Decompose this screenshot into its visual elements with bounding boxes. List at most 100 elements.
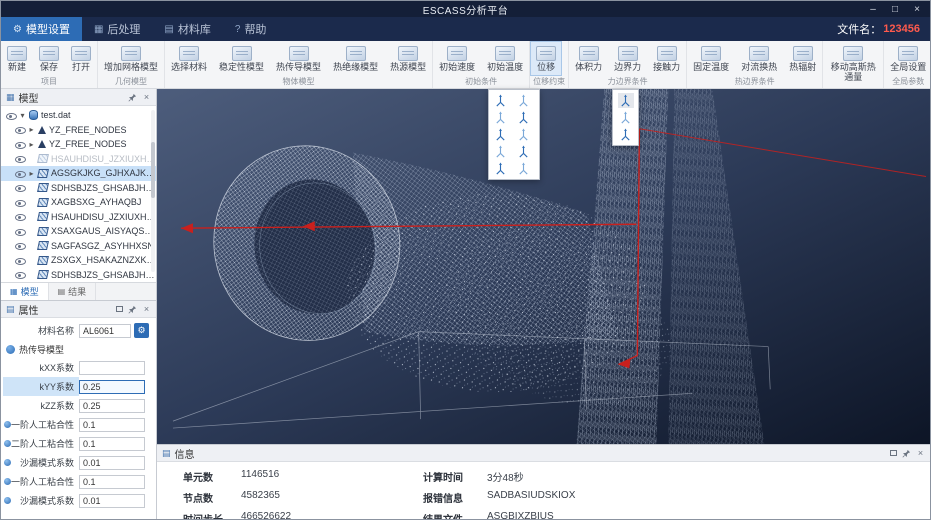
visibility-eye-icon[interactable] bbox=[14, 197, 26, 207]
section-heat-conduction-model[interactable]: 热传导模型 bbox=[1, 340, 156, 358]
contact-option-icon[interactable] bbox=[618, 110, 634, 125]
float-panel-icon[interactable] bbox=[890, 450, 897, 456]
contact-force-button[interactable]: 接触力 bbox=[647, 41, 686, 76]
constraint-option-icon[interactable] bbox=[515, 93, 531, 108]
tab-model-setup[interactable]: ⚙ 模型设置 bbox=[1, 17, 82, 41]
pin-icon[interactable] bbox=[128, 93, 137, 102]
tree-scrollbar[interactable] bbox=[151, 110, 155, 272]
close-icon[interactable]: × bbox=[906, 1, 928, 17]
minimize-icon[interactable]: – bbox=[862, 1, 884, 17]
contact-option-icon[interactable] bbox=[618, 127, 634, 142]
visibility-eye-icon[interactable] bbox=[14, 139, 26, 149]
tree-item[interactable]: SAGFASGZ_ASYHHXSN bbox=[1, 239, 156, 254]
constraint-option-icon[interactable] bbox=[492, 93, 508, 108]
visibility-eye-icon[interactable] bbox=[14, 125, 26, 135]
tree-item[interactable]: ZSXGX_HSAKAZNZXK_AHASX bbox=[1, 253, 156, 268]
close-panel-icon[interactable]: × bbox=[916, 448, 925, 458]
convection-button[interactable]: 对流换热 bbox=[735, 41, 783, 76]
contact-option-icon[interactable] bbox=[617, 93, 634, 108]
tree-item[interactable]: SDHSBJZS_GHSABJHB_ZAHJ bbox=[1, 181, 156, 196]
tree-item[interactable]: SDHSBJZS_GHSABJHB_ZAHJ bbox=[1, 268, 156, 283]
heat-source-model-button[interactable]: 热源模型 bbox=[384, 41, 432, 76]
visibility-eye-icon[interactable] bbox=[14, 168, 26, 178]
tree-item[interactable]: XAGBSXG_AYHAQBJ bbox=[1, 195, 156, 210]
visibility-eye-icon[interactable] bbox=[14, 226, 26, 236]
tree-item-selected[interactable]: ▸ AGSGKJKG_GJHXAJKHXA bbox=[1, 166, 156, 181]
visibility-eye-icon[interactable] bbox=[14, 154, 26, 164]
global-settings-button[interactable]: 全局设置 bbox=[884, 41, 930, 76]
caret-right-icon[interactable]: ▸ bbox=[28, 140, 35, 149]
viewport-3d[interactable] bbox=[157, 89, 930, 444]
kzz-field[interactable]: 0.25 bbox=[79, 398, 145, 413]
tree-item[interactable]: HSAUHDISU_JZXIUXHAHX bbox=[1, 210, 156, 225]
tab-post-processing[interactable]: ▦ 后处理 bbox=[82, 17, 152, 41]
constraint-option-icon[interactable] bbox=[515, 110, 531, 125]
constraint-option-icon[interactable] bbox=[515, 127, 531, 142]
constraint-option-icon[interactable] bbox=[492, 110, 508, 125]
kyy-field[interactable]: 0.25 bbox=[79, 379, 145, 394]
constraint-option-icon[interactable] bbox=[515, 144, 531, 159]
maximize-icon[interactable]: □ bbox=[884, 1, 906, 17]
visibility-eye-icon[interactable] bbox=[14, 212, 26, 222]
constraint-option-icon[interactable] bbox=[492, 144, 508, 159]
sidebar-tab-result[interactable]: ▤ 结果 bbox=[49, 283, 97, 300]
body-force-button[interactable]: 体积力 bbox=[569, 41, 608, 76]
initial-velocity-icon bbox=[447, 46, 468, 61]
pin-icon[interactable] bbox=[902, 449, 911, 458]
boundary-force-icon bbox=[617, 46, 638, 61]
viscosity1-field[interactable]: 0.1 bbox=[79, 417, 145, 432]
visibility-eye-icon[interactable] bbox=[14, 255, 26, 265]
hourglass2-field[interactable]: 0.01 bbox=[79, 493, 145, 508]
group-caption: 物体模型 bbox=[282, 77, 315, 86]
initial-temperature-button[interactable]: 初始温度 bbox=[481, 41, 529, 76]
add-mesh-model-icon bbox=[121, 46, 141, 61]
initial-velocity-button[interactable]: 初始速度 bbox=[433, 41, 481, 76]
heat-insulation-model-button[interactable]: 热绝缘模型 bbox=[327, 41, 384, 76]
moving-gauss-heat-flux-button[interactable]: 移动高斯热通量 bbox=[823, 41, 883, 85]
kxx-field[interactable] bbox=[79, 360, 145, 375]
tree-item[interactable]: HSAUHDISU_JZXIUXHAHX bbox=[1, 152, 156, 167]
property-row: 一阶人工粘合性 0.1 bbox=[1, 415, 156, 434]
new-button[interactable]: 新建 bbox=[1, 41, 33, 76]
caret-right-icon[interactable]: ▸ bbox=[28, 169, 35, 178]
select-material-button[interactable]: 选择材料 bbox=[165, 41, 213, 76]
close-panel-icon[interactable]: × bbox=[142, 304, 151, 314]
caret-right-icon[interactable]: ▸ bbox=[28, 125, 35, 134]
tab-material-library[interactable]: ▤ 材料库 bbox=[152, 17, 222, 41]
tree-item[interactable]: ▸ YZ_FREE_NODES bbox=[1, 123, 156, 138]
constraint-option-icon[interactable] bbox=[492, 161, 508, 176]
tree-item[interactable]: ▸ YZ_FREE_NODES bbox=[1, 137, 156, 152]
ribbon-group-global-params: 全局设置 全局参数 bbox=[884, 41, 930, 88]
fixed-temperature-button[interactable]: 固定温度 bbox=[687, 41, 735, 76]
hourglass1-field[interactable]: 0.01 bbox=[79, 455, 145, 470]
pin-icon[interactable] bbox=[128, 305, 137, 314]
add-mesh-model-button[interactable]: 增加网格模型 bbox=[98, 41, 164, 76]
tab-help[interactable]: ? 帮助 bbox=[223, 17, 279, 41]
constraint-option-icon[interactable] bbox=[515, 161, 531, 176]
close-panel-icon[interactable]: × bbox=[142, 92, 151, 102]
material-settings-button[interactable]: ⚙ bbox=[134, 323, 149, 338]
boundary-force-button[interactable]: 边界力 bbox=[608, 41, 647, 76]
visibility-eye-icon[interactable] bbox=[5, 110, 17, 120]
open-button[interactable]: 打开 bbox=[65, 41, 97, 76]
material-name-field[interactable]: AL6061 bbox=[79, 323, 131, 338]
displacement-button[interactable]: 位移 bbox=[530, 41, 563, 76]
visibility-eye-icon[interactable] bbox=[14, 270, 26, 280]
stability-model-button[interactable]: 稳定性模型 bbox=[213, 41, 270, 76]
save-button[interactable]: 保存 bbox=[33, 41, 65, 76]
viscosity3-field[interactable]: 0.1 bbox=[79, 474, 145, 489]
tree-item[interactable]: XSAXGAUS_AISYAQSH_ASHX bbox=[1, 224, 156, 239]
group-caption: 全局参数 bbox=[892, 77, 925, 86]
visibility-eye-icon[interactable] bbox=[14, 241, 26, 251]
property-rows: 材料名称 AL6061 ⚙ 热传导模型 kXX系数 kYY系数 0.25 kZZ… bbox=[1, 318, 156, 519]
float-panel-icon[interactable] bbox=[116, 306, 123, 312]
node-count-label: 节点数 bbox=[183, 494, 213, 505]
sidebar-tab-model[interactable]: ▦ 模型 bbox=[1, 283, 49, 300]
caret-down-icon[interactable]: ▾ bbox=[19, 111, 26, 120]
visibility-eye-icon[interactable] bbox=[14, 183, 26, 193]
tree-item-root[interactable]: ▾ test.dat bbox=[1, 108, 156, 123]
viscosity2-field[interactable]: 0.1 bbox=[79, 436, 145, 451]
thermal-radiation-button[interactable]: 热辐射 bbox=[783, 41, 822, 76]
constraint-option-icon[interactable] bbox=[492, 127, 508, 142]
heat-conduction-model-button[interactable]: 热传导模型 bbox=[270, 41, 327, 76]
